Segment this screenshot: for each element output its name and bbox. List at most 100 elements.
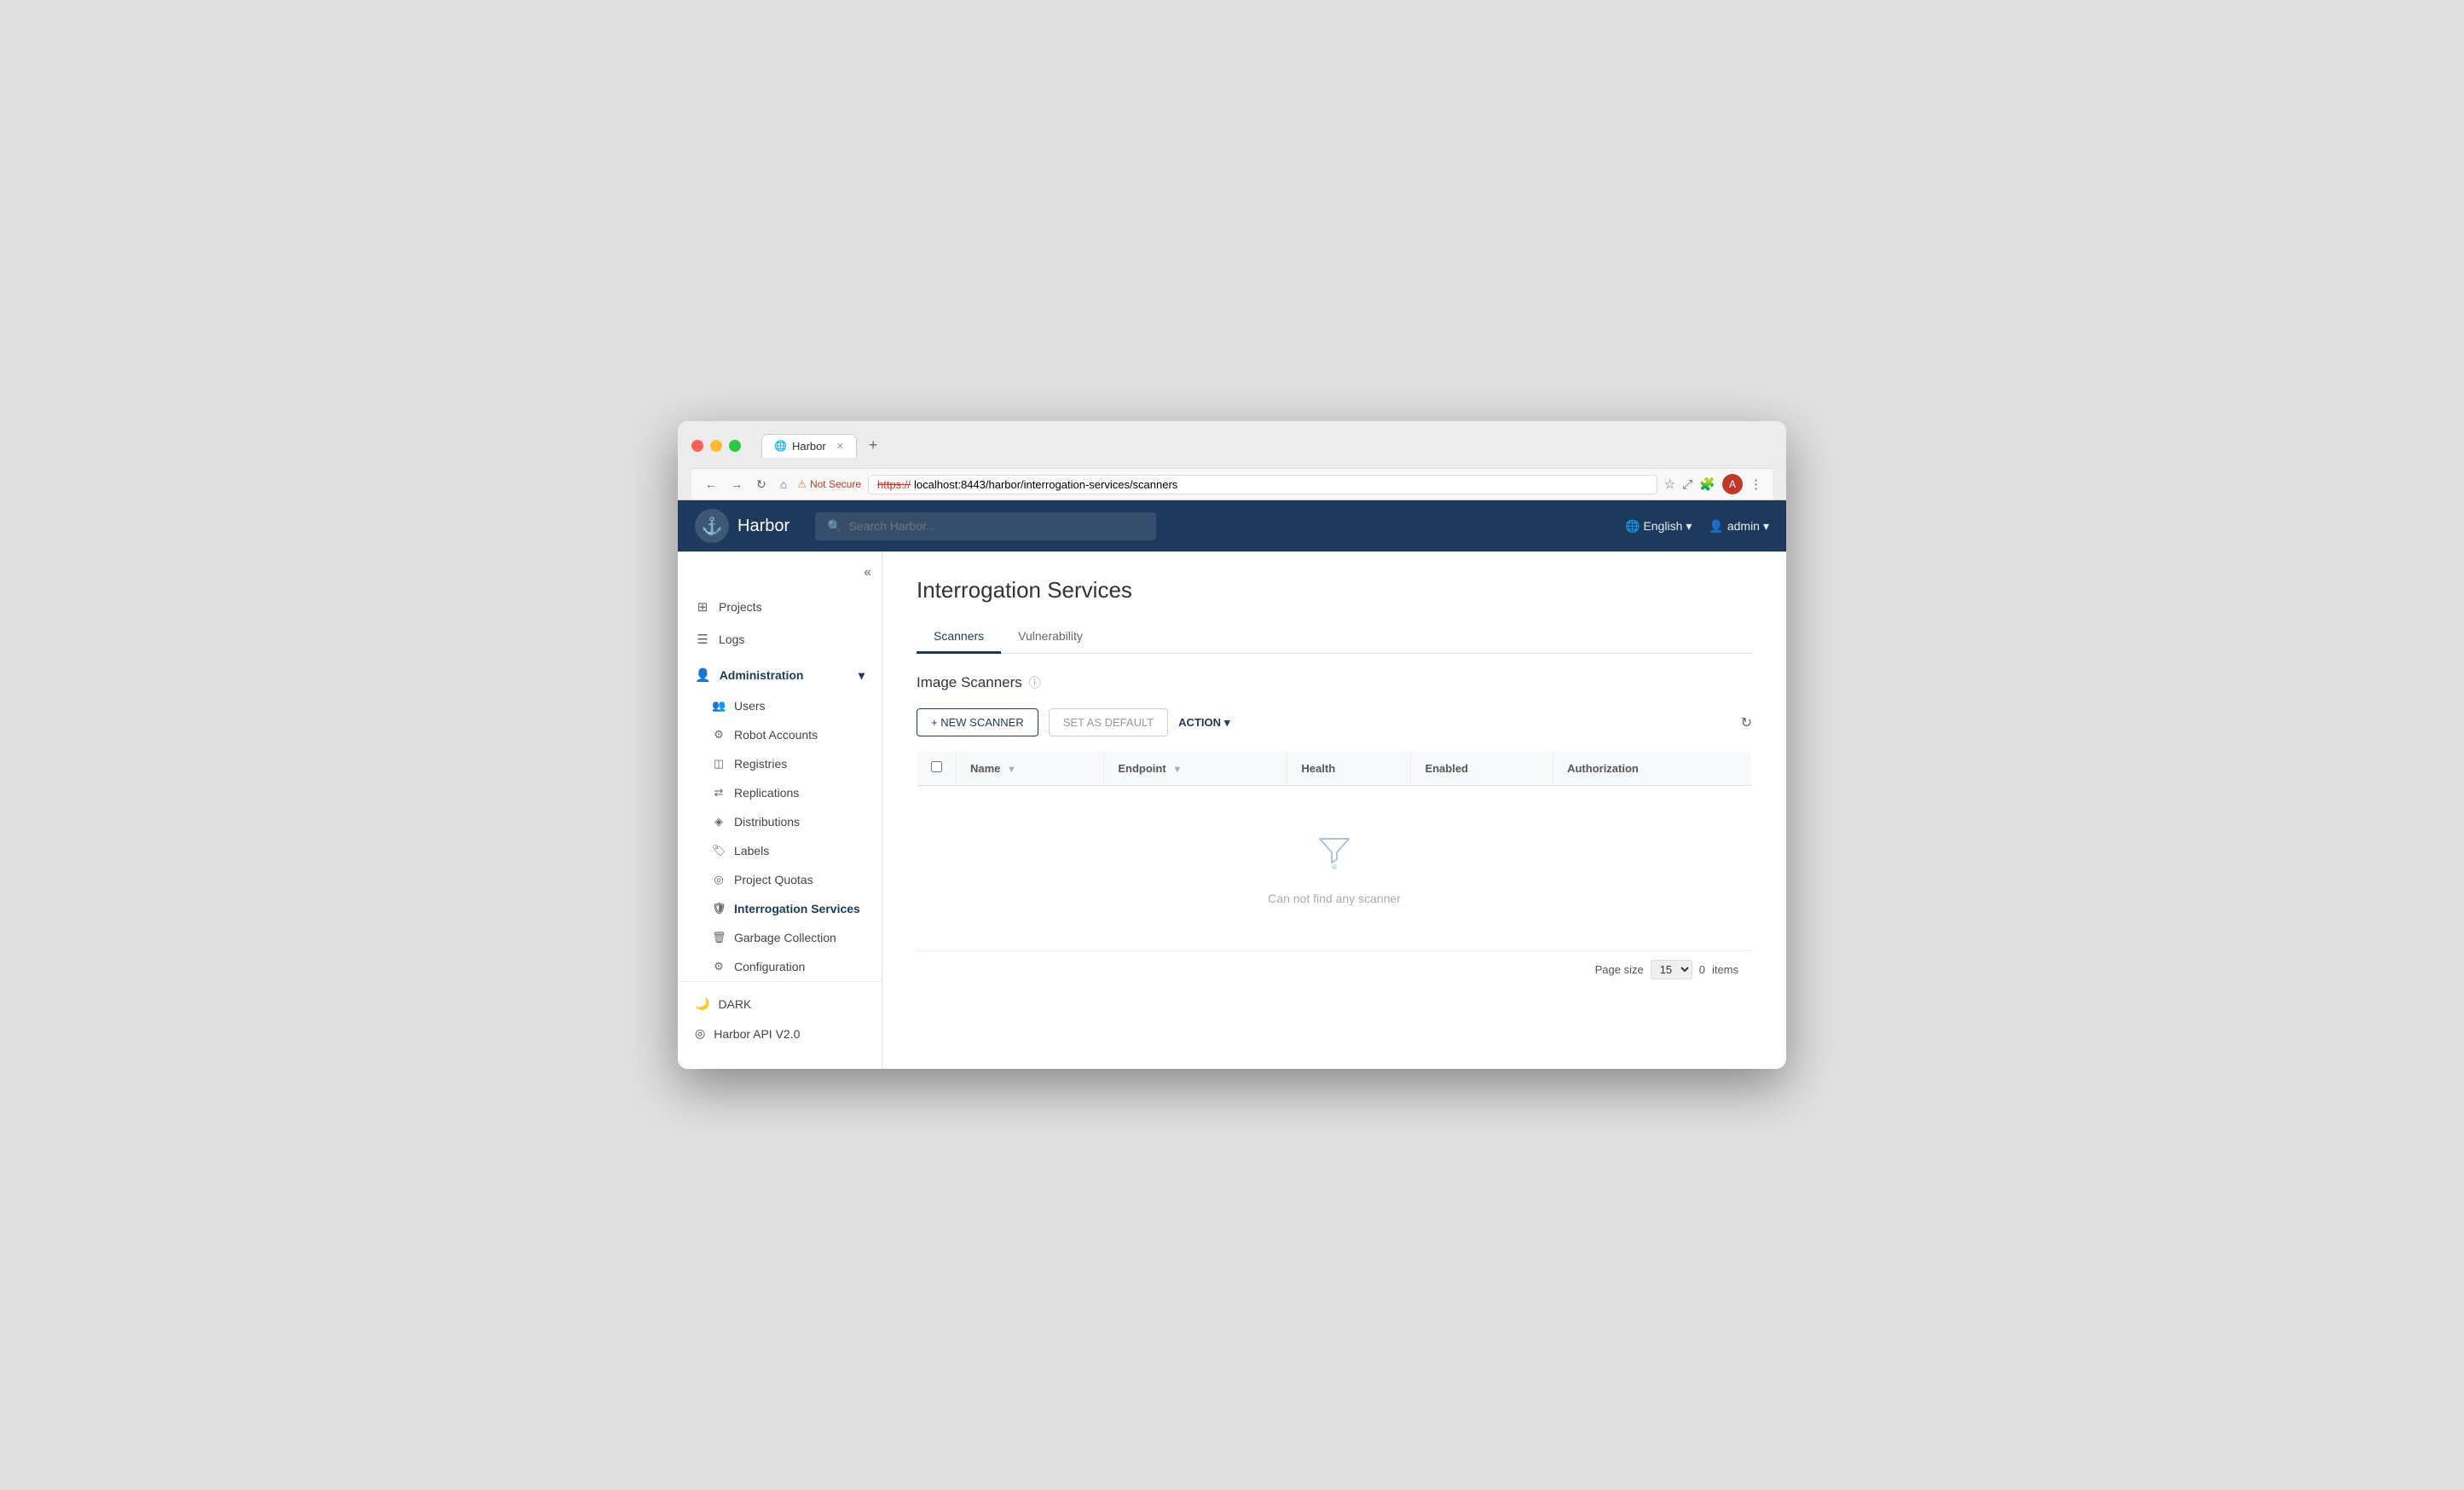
url-path: localhost:8443/harbor/interrogation-serv…: [914, 478, 1177, 491]
registries-icon: ◫: [712, 757, 726, 771]
sidebar-item-project-quotas[interactable]: ◎ Project Quotas: [678, 865, 882, 894]
tab-vulnerability[interactable]: Vulnerability: [1001, 621, 1100, 654]
harbor-logo-icon: ⚓: [695, 509, 729, 543]
sidebar-label-replications: Replications: [734, 786, 799, 800]
info-icon[interactable]: ⓘ: [1029, 674, 1041, 691]
sidebar-item-garbage-collection[interactable]: 🗑 Garbage Collection: [678, 923, 882, 952]
labels-icon: 🏷: [712, 844, 726, 858]
th-health: Health: [1287, 751, 1411, 786]
sidebar-label-harbor-api: Harbor API V2.0: [714, 1027, 800, 1041]
endpoint-filter-icon[interactable]: ▼: [1172, 765, 1182, 775]
home-button[interactable]: ⌂: [777, 476, 790, 493]
sidebar-item-projects[interactable]: ⊞ Projects: [678, 591, 882, 623]
screenshot-button[interactable]: ⤢: [1682, 477, 1692, 492]
page-title: Interrogation Services: [917, 577, 1752, 604]
action-button[interactable]: ACTION ▾: [1178, 716, 1229, 730]
nav-right: 🌐 English ▾ 👤 admin ▾: [1625, 519, 1769, 534]
administration-header[interactable]: 👤 Administration ▾: [678, 659, 882, 691]
scanner-table: Name ▼ Endpoint ▼ Health Enabl: [917, 750, 1752, 950]
language-label: English: [1643, 519, 1682, 533]
user-chevron-icon: ▾: [1763, 519, 1769, 534]
close-traffic-light[interactable]: [691, 440, 703, 452]
api-icon: ◎: [695, 1026, 705, 1041]
empty-funnel-icon: [965, 830, 1703, 881]
pagination-bar: Page size 15 0 items: [917, 950, 1752, 988]
sidebar-item-robot-accounts[interactable]: ⚙ Robot Accounts: [678, 720, 882, 749]
username-label: admin: [1727, 519, 1760, 533]
security-label: Not Secure: [810, 478, 861, 490]
tab-vulnerability-label: Vulnerability: [1018, 629, 1083, 643]
sidebar-item-harbor-api[interactable]: ◎ Harbor API V2.0: [678, 1019, 882, 1048]
minimize-traffic-light[interactable]: [710, 440, 722, 452]
sidebar-collapse-button[interactable]: «: [678, 565, 882, 591]
avatar[interactable]: A: [1722, 474, 1743, 494]
extensions-button[interactable]: 🧩: [1699, 476, 1715, 492]
name-filter-icon[interactable]: ▼: [1007, 765, 1016, 775]
sidebar-item-logs[interactable]: ☰ Logs: [678, 623, 882, 655]
app-logo-text[interactable]: Harbor: [737, 517, 790, 536]
sidebar-item-dark[interactable]: 🌙 DARK: [678, 989, 882, 1019]
bookmark-button[interactable]: ☆: [1664, 476, 1675, 492]
items-label: items: [1712, 963, 1738, 976]
maximize-traffic-light[interactable]: [729, 440, 741, 452]
action-label: ACTION: [1178, 716, 1221, 729]
forward-button[interactable]: →: [727, 476, 746, 493]
back-button[interactable]: ←: [702, 476, 720, 493]
sidebar-label-users: Users: [734, 699, 766, 713]
dark-mode-icon: 🌙: [695, 996, 709, 1011]
section-title: Image Scanners: [917, 674, 1022, 691]
select-all-checkbox[interactable]: [931, 761, 942, 772]
main-content: « ⊞ Projects ☰ Logs 👤 Administration: [678, 552, 1786, 1069]
sidebar-label-project-quotas: Project Quotas: [734, 873, 813, 886]
new-scanner-button[interactable]: + NEW SCANNER: [917, 708, 1038, 736]
user-menu[interactable]: 👤 admin ▾: [1709, 519, 1769, 534]
sidebar-label-dark: DARK: [718, 997, 751, 1011]
sidebar-label-robot-accounts: Robot Accounts: [734, 728, 818, 742]
search-input[interactable]: [849, 519, 1145, 533]
new-tab-button[interactable]: +: [860, 431, 887, 459]
sidebar-footer: 🌙 DARK ◎ Harbor API V2.0: [678, 981, 882, 1055]
tab-scanners[interactable]: Scanners: [917, 621, 1001, 654]
action-chevron-icon: ▾: [1224, 716, 1230, 730]
sidebar-label-configuration: Configuration: [734, 960, 805, 973]
browser-window: 🌐 Harbor ✕ + ← → ↻ ⌂ ⚠ Not Secure https:…: [678, 421, 1786, 1069]
admin-section: 👤 Administration ▾ 👥 Users ⚙ Robot Accou…: [678, 659, 882, 981]
sidebar-label-garbage-collection: Garbage Collection: [734, 931, 836, 944]
page-size-select[interactable]: 15: [1651, 960, 1692, 979]
tab-scanners-label: Scanners: [934, 629, 984, 643]
sidebar-item-users[interactable]: 👥 Users: [678, 691, 882, 720]
url-bar[interactable]: https://localhost:8443/harbor/interrogat…: [868, 475, 1657, 494]
interrogation-services-icon: 🛡: [712, 902, 726, 915]
sidebar-item-labels[interactable]: 🏷 Labels: [678, 836, 882, 865]
sidebar-item-replications[interactable]: ⇄ Replications: [678, 778, 882, 807]
admin-icon: 👤: [695, 667, 711, 683]
sidebar-item-distributions[interactable]: ◈ Distributions: [678, 807, 882, 836]
sidebar-item-registries[interactable]: ◫ Registries: [678, 749, 882, 778]
distributions-icon: ◈: [712, 815, 726, 829]
robot-accounts-icon: ⚙: [712, 728, 726, 742]
sidebar-item-interrogation-services[interactable]: 🛡 Interrogation Services: [678, 894, 882, 923]
globe-icon: 🌐: [1625, 519, 1640, 534]
table-body: Can not find any scanner: [917, 786, 1752, 950]
table-header: Name ▼ Endpoint ▼ Health Enabl: [917, 751, 1752, 786]
set-default-button[interactable]: SET AS DEFAULT: [1049, 708, 1168, 736]
th-name: Name ▼: [957, 751, 1104, 786]
warning-icon: ⚠: [797, 478, 807, 490]
tabs-bar: Scanners Vulnerability: [917, 621, 1752, 654]
collapse-icon: «: [864, 565, 871, 580]
reload-button[interactable]: ↻: [753, 476, 770, 494]
security-badge: ⚠ Not Secure: [797, 478, 861, 490]
refresh-button[interactable]: ↻: [1741, 714, 1752, 731]
project-quotas-icon: ◎: [712, 873, 726, 886]
user-icon: 👤: [1709, 519, 1723, 534]
empty-state-cell: Can not find any scanner: [917, 786, 1752, 950]
admin-chevron-icon: ▾: [859, 668, 865, 683]
menu-button[interactable]: ⋮: [1750, 476, 1762, 492]
tab-bar: 🌐 Harbor ✕ +: [761, 431, 886, 459]
language-selector[interactable]: 🌐 English ▾: [1625, 519, 1692, 534]
tab-close-button[interactable]: ✕: [836, 441, 844, 452]
sidebar-item-configuration[interactable]: ⚙ Configuration: [678, 952, 882, 981]
sidebar-label-logs: Logs: [719, 632, 744, 646]
empty-state-message: Can not find any scanner: [965, 892, 1703, 905]
browser-tab-harbor[interactable]: 🌐 Harbor ✕: [761, 434, 857, 458]
